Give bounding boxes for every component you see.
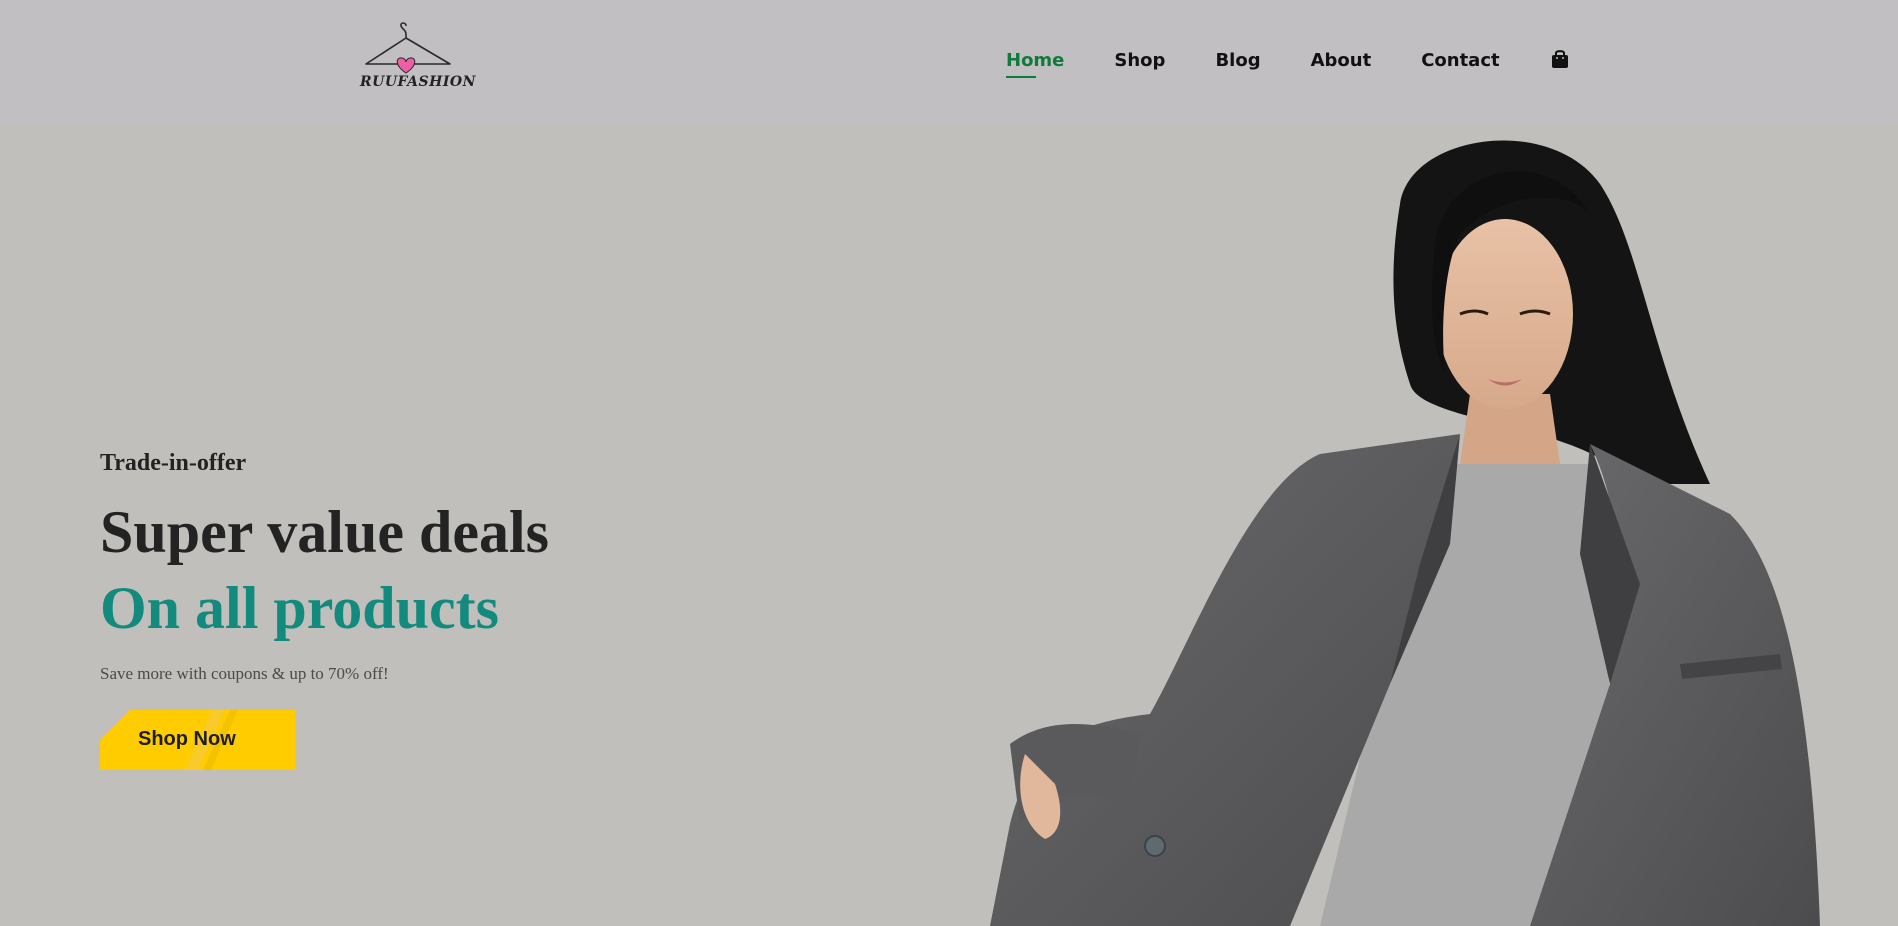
hanger-logo-icon	[365, 22, 451, 74]
nav-item-about[interactable]: About	[1311, 50, 1372, 71]
nav-item-contact[interactable]: Contact	[1421, 50, 1499, 71]
shopping-bag-icon[interactable]	[1550, 48, 1570, 70]
site-header: RUUFASHION Home Shop Blog About Contact	[0, 0, 1898, 124]
nav-item-shop[interactable]: Shop	[1114, 50, 1165, 71]
hero-headline-accent: On all products	[100, 575, 499, 641]
model-photo	[990, 124, 1898, 926]
hero-section: Trade-in-offer Super value deals On all …	[0, 124, 1898, 926]
hero-subtext: Save more with coupons & up to 70% off!	[100, 664, 389, 683]
hero-tag: Trade-in-offer	[100, 450, 247, 476]
shop-now-button[interactable]: Shop Now	[100, 710, 295, 770]
logo[interactable]: RUUFASHION	[354, 20, 476, 100]
nav-item-home[interactable]: Home	[1006, 50, 1064, 78]
nav-item-blog[interactable]: Blog	[1215, 50, 1260, 71]
main-nav: Home Shop Blog About Contact	[1006, 48, 1570, 78]
hero-headline: Super value deals	[100, 499, 549, 565]
shop-now-label: Shop Now	[138, 728, 236, 750]
logo-text: RUUFASHION	[360, 74, 476, 90]
